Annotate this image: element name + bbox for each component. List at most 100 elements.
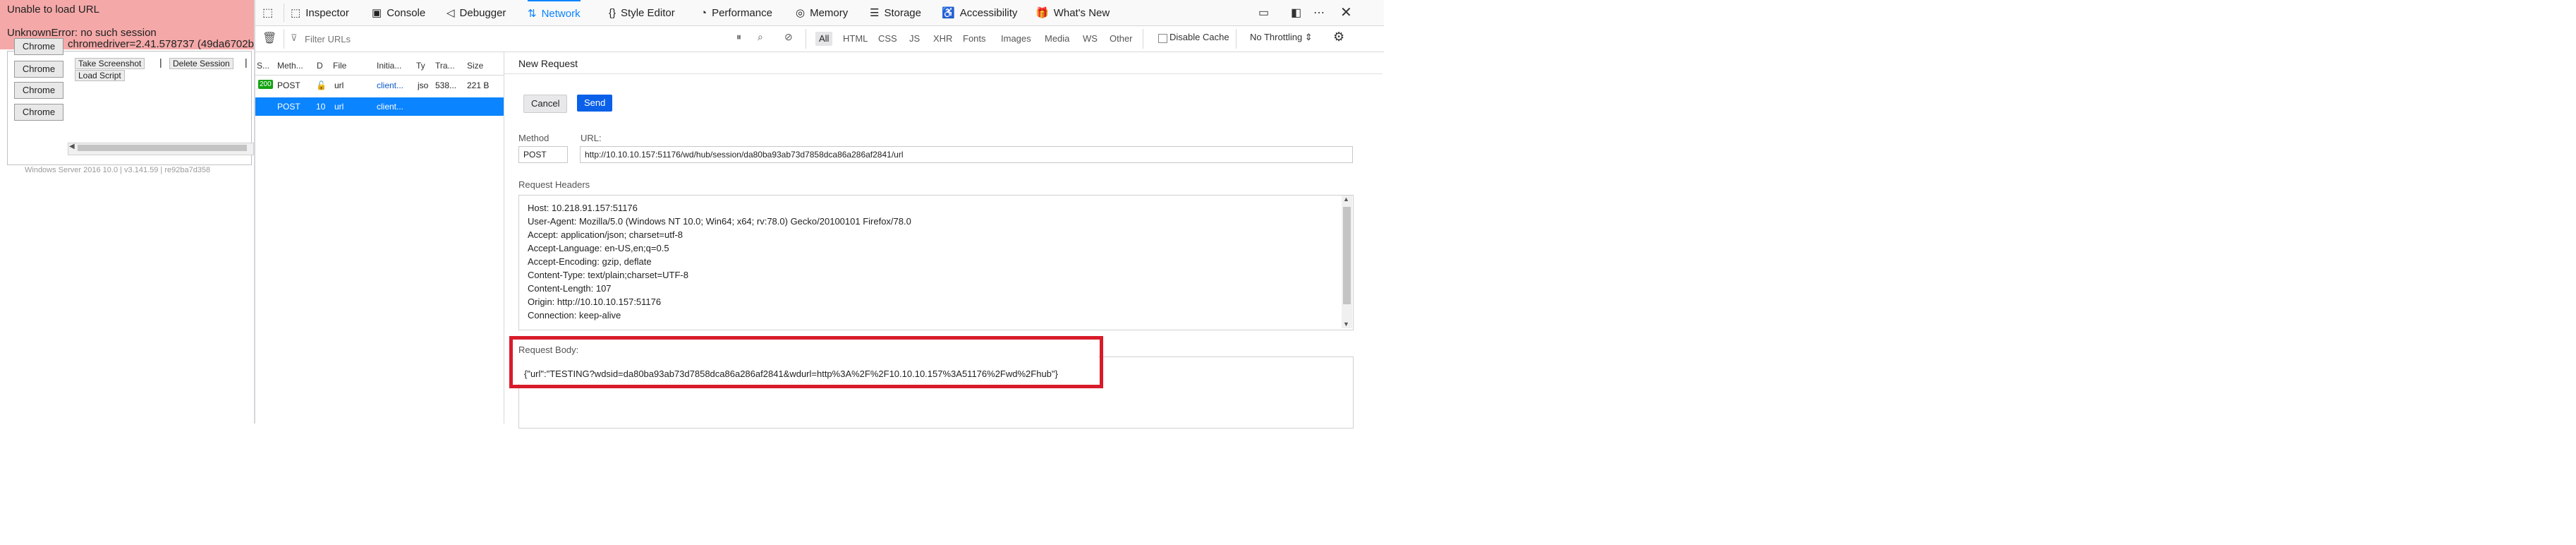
request-type: jso bbox=[418, 80, 429, 90]
header-line: Accept-Encoding: gzip, deflate bbox=[528, 256, 652, 267]
column-domain[interactable]: D bbox=[317, 61, 324, 71]
send-button[interactable]: Send bbox=[577, 95, 613, 112]
filter-type-all[interactable]: All bbox=[815, 32, 833, 46]
column-status[interactable]: S... bbox=[257, 61, 275, 71]
take-screenshot-button[interactable]: Take Screenshot bbox=[75, 58, 145, 69]
url-label: URL: bbox=[581, 133, 602, 143]
filter-type-xhr[interactable]: XHR bbox=[930, 32, 956, 46]
header-line: Host: 10.218.91.157:51176 bbox=[528, 203, 638, 213]
scrollbar-thumb[interactable] bbox=[78, 145, 247, 151]
tab-console[interactable]: ▣ Console bbox=[372, 0, 425, 25]
tab-label: Console bbox=[387, 6, 426, 19]
debugger-icon: ◁ bbox=[446, 7, 455, 19]
tab-memory[interactable]: ◎ Memory bbox=[796, 0, 848, 25]
memory-icon: ◎ bbox=[796, 7, 806, 19]
chrome-session-button[interactable]: Chrome bbox=[14, 82, 63, 99]
filter-type-ws[interactable]: WS bbox=[1079, 32, 1101, 46]
responsive-mode-icon[interactable]: ▭ bbox=[1258, 6, 1269, 20]
filter-type-other[interactable]: Other bbox=[1106, 32, 1136, 46]
search-icon[interactable]: ⌕ bbox=[758, 31, 763, 43]
column-type[interactable]: Ty bbox=[416, 61, 426, 71]
request-method: POST bbox=[277, 102, 300, 112]
error-message-detail: chromedriver=2.41.578737 (49da6702b bbox=[68, 38, 254, 50]
tab-label: Debugger bbox=[459, 6, 506, 19]
toolbar-separator: | bbox=[245, 56, 248, 68]
tab-inspector[interactable]: ⬚ Inspector bbox=[291, 0, 349, 25]
scroll-left-icon[interactable]: ◀ bbox=[69, 143, 75, 150]
network-icon: ⇅ bbox=[528, 8, 537, 20]
console-icon: ▣ bbox=[372, 7, 382, 19]
header-line: Content-Type: text/plain;charset=UTF-8 bbox=[528, 270, 688, 280]
element-picker-icon[interactable]: ⬚ bbox=[262, 6, 273, 20]
status-badge: 200 bbox=[258, 80, 273, 89]
column-method[interactable]: Meth... bbox=[277, 61, 307, 71]
header-line: Accept: application/json; charset=utf-8 bbox=[528, 229, 684, 240]
error-message: UnknownError: no such session bbox=[7, 27, 157, 39]
filter-type-media[interactable]: Media bbox=[1041, 32, 1073, 46]
tab-network[interactable]: ⇅ Network bbox=[528, 0, 581, 25]
throttling-select[interactable]: No Throttling ⇕ bbox=[1250, 32, 1313, 43]
filter-type-images[interactable]: Images bbox=[997, 32, 1035, 46]
url-field[interactable]: http://10.10.10.157:51176/wd/hub/session… bbox=[580, 146, 1353, 163]
filter-type-js[interactable]: JS bbox=[906, 32, 923, 46]
chrome-session-button[interactable]: Chrome bbox=[14, 38, 63, 55]
delete-session-button[interactable]: Delete Session bbox=[169, 58, 233, 69]
error-title: Unable to load URL bbox=[7, 4, 99, 16]
tab-accessibility[interactable]: ♿ Accessibility bbox=[942, 0, 1017, 25]
filter-urls-input[interactable] bbox=[303, 31, 729, 47]
tab-label: Style Editor bbox=[621, 6, 675, 19]
tab-label: Storage bbox=[884, 6, 921, 19]
column-transferred[interactable]: Tra... bbox=[435, 61, 461, 71]
filter-type-css[interactable]: CSS bbox=[875, 32, 901, 46]
scroll-down-icon[interactable]: ▼ bbox=[1343, 321, 1349, 328]
performance-icon: ◔ bbox=[700, 6, 707, 19]
column-initiator[interactable]: Initia... bbox=[377, 61, 408, 71]
filter-type-fonts[interactable]: Fonts bbox=[959, 32, 990, 46]
insecure-lock-icon: 🔓 bbox=[316, 80, 327, 90]
request-row[interactable]: 200 POST 🔓 url client... jso 538... 221 … bbox=[255, 76, 504, 95]
header-line: Content-Length: 107 bbox=[528, 283, 612, 294]
toolbar-separator: | bbox=[159, 56, 162, 68]
tab-label: Network bbox=[541, 7, 581, 20]
request-initiator[interactable]: client... bbox=[377, 80, 413, 90]
tab-label: Accessibility bbox=[959, 6, 1018, 19]
column-size[interactable]: Size bbox=[467, 61, 495, 71]
scrollbar-thumb[interactable] bbox=[1343, 207, 1351, 304]
tab-whats-new[interactable]: 🎁 What's New bbox=[1035, 0, 1110, 25]
tab-storage[interactable]: ☰ Storage bbox=[870, 0, 921, 25]
request-headers-label: Request Headers bbox=[518, 179, 590, 190]
request-row-selected[interactable]: POST 10 url client... bbox=[255, 97, 504, 116]
block-icon[interactable]: ⊘ bbox=[784, 31, 793, 43]
highlight-annotation-box bbox=[509, 336, 1103, 388]
tab-debugger[interactable]: ◁ Debugger bbox=[446, 0, 506, 25]
clear-requests-icon[interactable]: 🗑 bbox=[262, 31, 277, 45]
tab-performance[interactable]: ◔ Performance bbox=[700, 0, 772, 25]
header-line: Accept-Language: en-US,en;q=0.5 bbox=[528, 243, 669, 253]
filter-type-html[interactable]: HTML bbox=[839, 32, 871, 46]
disable-cache-checkbox[interactable] bbox=[1158, 34, 1167, 43]
column-file[interactable]: File bbox=[333, 61, 361, 71]
scroll-up-icon[interactable]: ▲ bbox=[1343, 196, 1349, 203]
settings-gear-icon[interactable]: ⚙ bbox=[1333, 30, 1344, 44]
request-size: 221 B bbox=[467, 80, 490, 90]
method-label: Method bbox=[518, 133, 549, 143]
close-icon[interactable]: ✕ bbox=[1340, 4, 1352, 21]
request-transferred: 538... bbox=[435, 80, 457, 90]
tab-label: Inspector bbox=[305, 6, 349, 19]
chrome-session-button[interactable]: Chrome bbox=[14, 104, 63, 121]
pause-icon[interactable]: ⏸ bbox=[736, 31, 741, 43]
more-options-icon[interactable]: ⋯ bbox=[1313, 6, 1325, 20]
chrome-session-button[interactable]: Chrome bbox=[14, 61, 63, 78]
cancel-button[interactable]: Cancel bbox=[523, 95, 568, 113]
page-footer: Windows Server 2016 10.0 | v3.141.59 | r… bbox=[25, 166, 211, 174]
request-initiator[interactable]: client... bbox=[377, 102, 413, 112]
divider bbox=[504, 73, 1383, 74]
accessibility-icon: ♿ bbox=[942, 7, 955, 19]
load-script-button[interactable]: Load Script bbox=[75, 70, 125, 81]
dock-side-icon[interactable]: ◧ bbox=[1291, 6, 1301, 20]
storage-icon: ☰ bbox=[870, 7, 880, 19]
header-line: Connection: keep-alive bbox=[528, 310, 621, 321]
method-field[interactable]: POST bbox=[518, 146, 568, 163]
tab-style-editor[interactable]: {} Style Editor bbox=[609, 0, 675, 25]
disable-cache-label: Disable Cache bbox=[1169, 32, 1229, 42]
